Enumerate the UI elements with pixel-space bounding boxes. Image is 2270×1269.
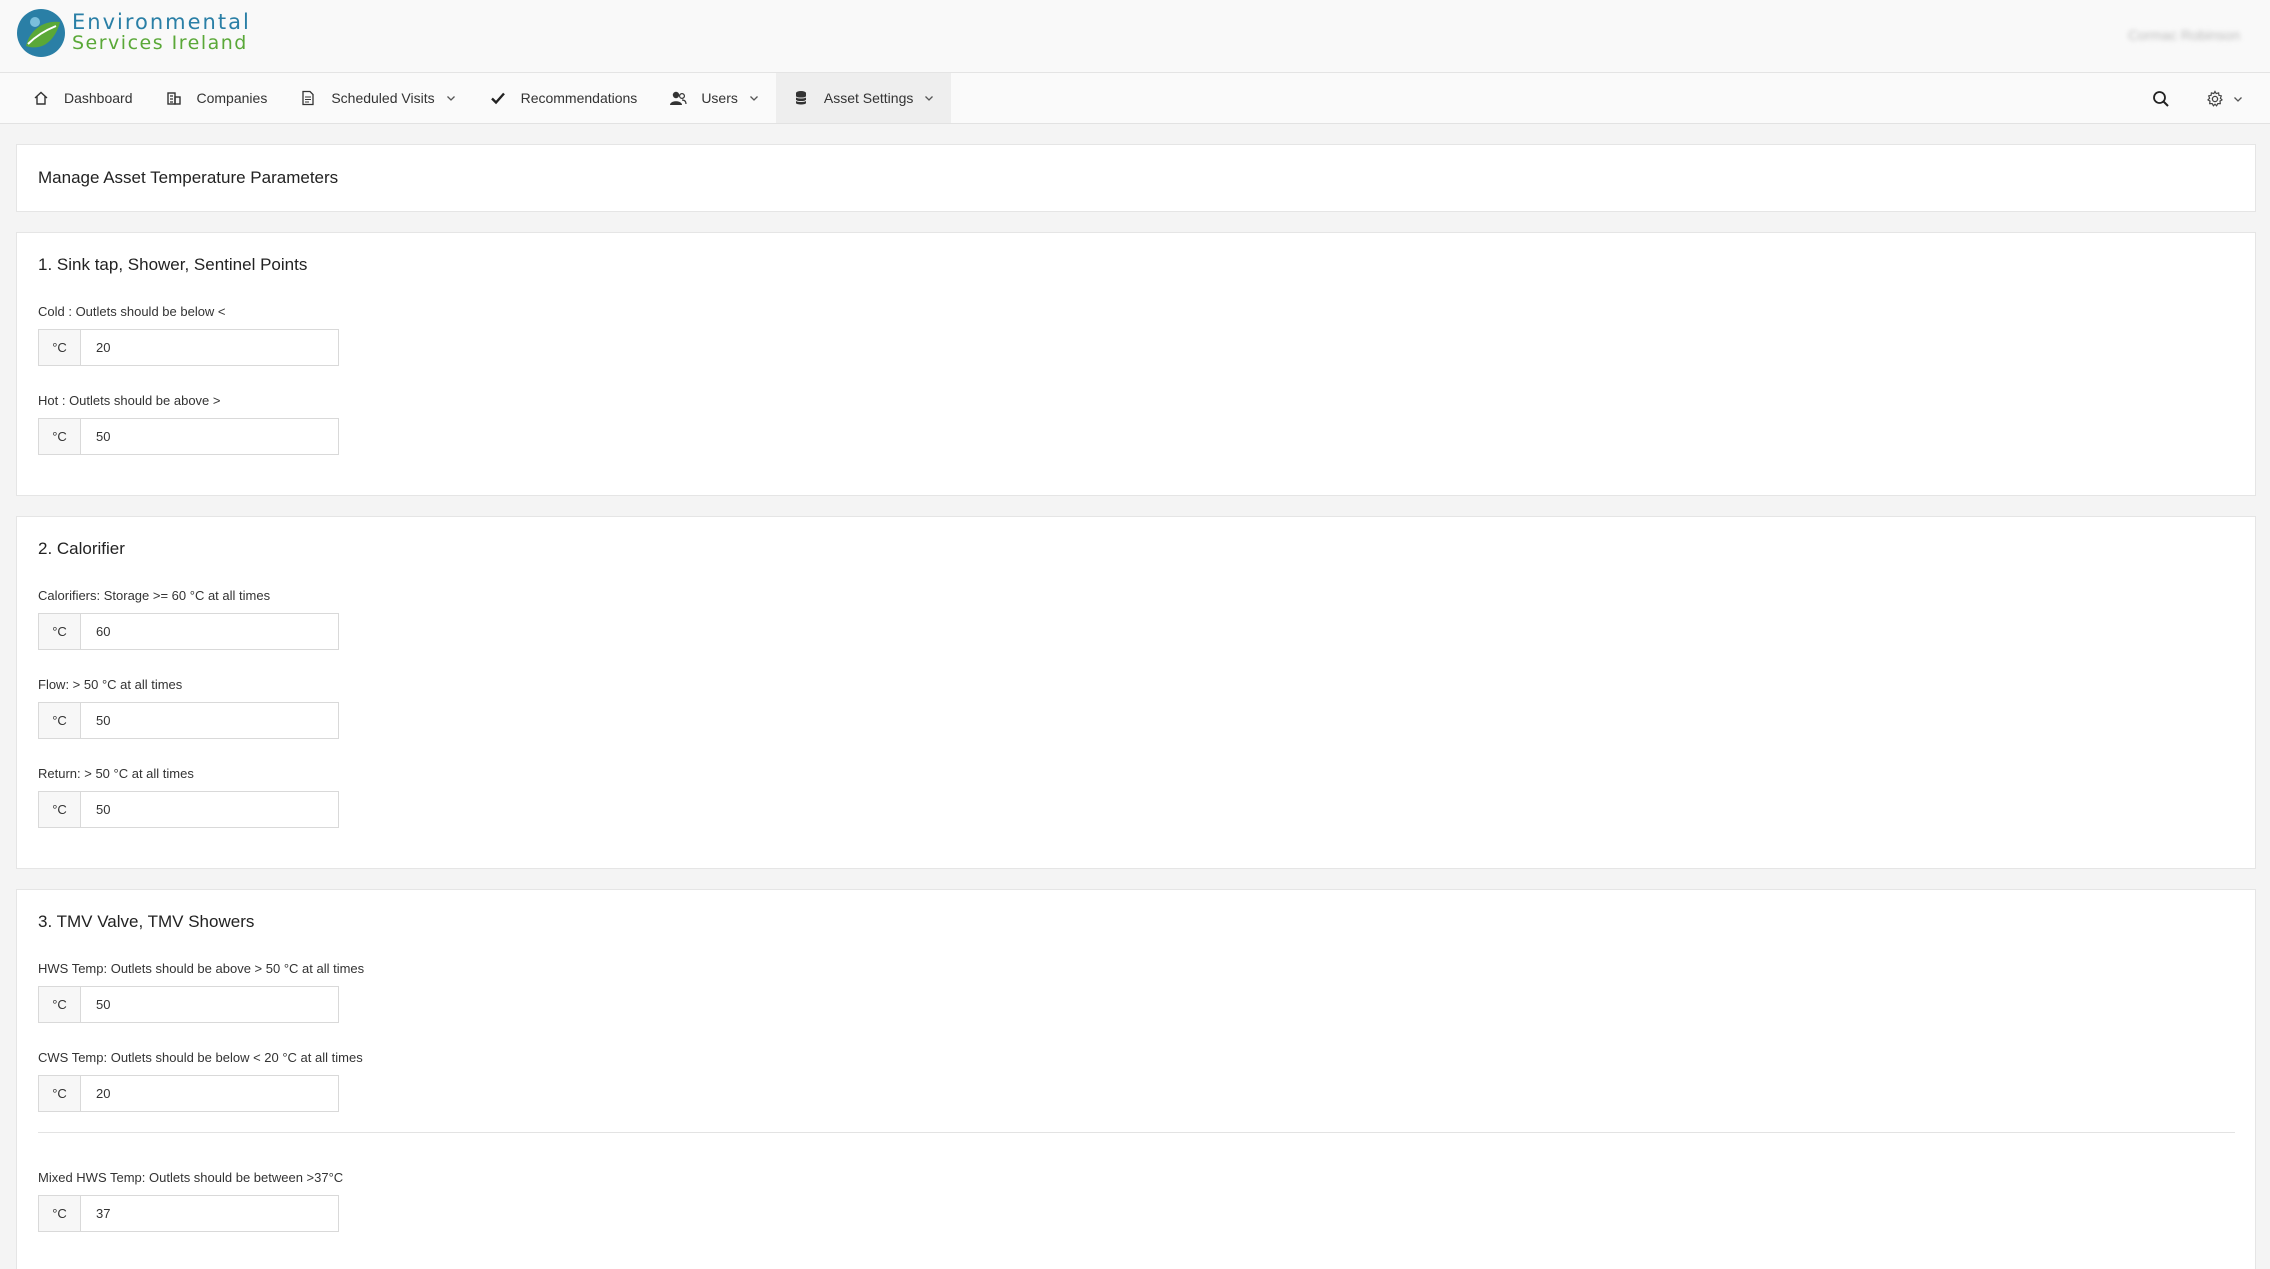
users-icon [669,89,687,107]
field-calorifier-storage: Calorifiers: Storage >= 60 °C at all tim… [38,588,2235,650]
user-name[interactable]: Cormac Robinson [2128,27,2240,43]
nav-item-dashboard[interactable]: Dashboard [16,73,149,123]
unit-addon: °C [38,418,81,455]
calorifier-storage-input[interactable] [81,613,339,650]
search-icon[interactable] [2152,90,2170,108]
section-title: 2. Calorifier [38,539,125,558]
field-hot-outlets: Hot : Outlets should be above > °C [38,393,2235,455]
nav-label-scheduled-visits: Scheduled Visits [331,90,435,106]
field-label: Flow: > 50 °C at all times [38,677,183,692]
gear-icon [2206,89,2224,108]
hws-temp-input[interactable] [81,986,339,1023]
logo-text-line2: Services Ireland [72,32,248,54]
settings-menu-button[interactable] [2206,89,2244,108]
section-divider [38,1132,2235,1133]
field-label: HWS Temp: Outlets should be above > 50 °… [38,961,365,976]
nav-item-users[interactable]: Users [653,73,776,123]
page-title: Manage Asset Temperature Parameters [38,168,339,187]
main-content: Manage Asset Temperature Parameters 1. S… [0,124,2270,1269]
hot-outlets-input[interactable] [81,418,339,455]
unit-addon: °C [38,329,81,366]
field-label: Cold : Outlets should be below < [38,304,226,319]
unit-addon: °C [38,702,81,739]
field-calorifier-flow: Flow: > 50 °C at all times °C [38,677,2235,739]
section-tmv: 3. TMV Valve, TMV Showers HWS Temp: Outl… [16,889,2256,1269]
field-hws-temp: HWS Temp: Outlets should be above > 50 °… [38,961,2235,1023]
main-nav: Dashboard Companies Scheduled Visits Rec… [0,73,2270,124]
section-title: 1. Sink tap, Shower, Sentinel Points [38,255,308,274]
field-label: Return: > 50 °C at all times [38,766,194,781]
logo-text-line1: Environmental [72,10,251,34]
logo-mark-icon [16,8,66,58]
unit-addon: °C [38,1075,81,1112]
chevron-down-icon [445,92,457,104]
section-calorifier: 2. Calorifier Calorifiers: Storage >= 60… [16,516,2256,869]
field-label: Calorifiers: Storage >= 60 °C at all tim… [38,588,271,603]
app-header: Environmental Services Ireland Cormac Ro… [0,0,2270,73]
building-icon [165,89,183,107]
check-icon [489,89,507,107]
field-mixed-hws-temp: Mixed HWS Temp: Outlets should be betwee… [38,1170,2235,1232]
chevron-down-icon [2232,93,2244,105]
unit-addon: °C [38,613,81,650]
nav-label-asset-settings: Asset Settings [823,90,914,106]
calorifier-return-input[interactable] [81,791,339,828]
section-title: 3. TMV Valve, TMV Showers [38,912,255,931]
unit-addon: °C [38,1195,81,1232]
calorifier-flow-input[interactable] [81,702,339,739]
document-icon [299,89,317,107]
chevron-down-icon [923,92,935,104]
field-label: Hot : Outlets should be above > [38,393,221,408]
field-calorifier-return: Return: > 50 °C at all times °C [38,766,2235,828]
nav-item-asset-settings[interactable]: Asset Settings [775,73,952,123]
database-icon [792,89,810,107]
field-label: CWS Temp: Outlets should be below < 20 °… [38,1050,363,1065]
home-icon [32,89,50,107]
nav-item-companies[interactable]: Companies [149,73,284,123]
chevron-down-icon [748,92,760,104]
nav-label-companies: Companies [196,90,268,106]
section-sink-tap: 1. Sink tap, Shower, Sentinel Points Col… [16,232,2256,496]
nav-item-recommendations[interactable]: Recommendations [473,73,654,123]
company-logo[interactable]: Environmental Services Ireland [16,8,251,58]
cold-outlets-input[interactable] [81,329,339,366]
field-label: Mixed HWS Temp: Outlets should be betwee… [38,1170,344,1185]
cws-temp-input[interactable] [81,1075,339,1112]
nav-label-recommendations: Recommendations [520,90,638,106]
mixed-hws-temp-input[interactable] [81,1195,339,1232]
field-cold-outlets: Cold : Outlets should be below < °C [38,304,2235,366]
unit-addon: °C [38,791,81,828]
page-title-card: Manage Asset Temperature Parameters [16,144,2256,212]
field-cws-temp: CWS Temp: Outlets should be below < 20 °… [38,1050,2235,1112]
unit-addon: °C [38,986,81,1023]
nav-label-users: Users [701,90,738,106]
nav-item-scheduled-visits[interactable]: Scheduled Visits [283,73,472,123]
nav-label-dashboard: Dashboard [64,90,133,106]
